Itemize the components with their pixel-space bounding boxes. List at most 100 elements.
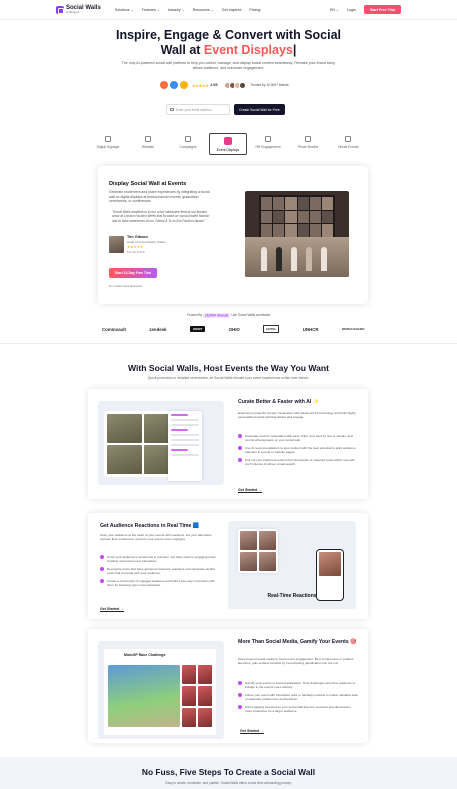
event-card-title: Display Social Wall at Events [109,181,187,187]
nav-link-features[interactable]: Features ⌄ [142,8,160,12]
features-subtitle: Quick promotion or detailed ceremonies, … [147,376,310,380]
list-item: Automate content moderation with ease. F… [238,434,358,442]
tab-website[interactable]: Website [128,133,168,155]
tab-photo-booths[interactable]: Photo Booths [288,133,328,155]
customer-avatars [223,81,246,89]
rating-stars: ★★★★★ [192,82,209,88]
use-case-tabs: Digital Signage Website Campaigns Event … [88,133,368,155]
testimonial-author: Tim Gibson Head of Social Media, Dalton … [109,235,166,254]
tab-label: Digital Signage [96,145,120,149]
check-icon [238,446,242,451]
feature-description: Experience powerful content moderation w… [238,411,356,420]
tab-digital-signage[interactable]: Digital Signage [88,133,128,155]
megaphone-icon [185,136,191,142]
event-card-description: Generate excitement and share experience… [109,190,210,204]
tab-virtual-events[interactable]: Virtual Events [328,133,368,155]
start-free-trial-button[interactable]: Start Free Trial [363,5,401,14]
brand-logos: Commvault zendesk ORBIT OHIO HOTEL UNHCR… [102,325,365,333]
g2-badge-icon [160,81,168,89]
list-item: Gamify your events to boost participatio… [238,681,358,689]
brand-logo-unhcr: UNHCR [302,326,319,332]
rating-score: 4.9/5 [210,83,218,87]
login-link[interactable]: Login [347,8,356,12]
author-details: Tim Gibson Head of Social Media, Dalton … [127,235,166,254]
bullet-text: Pull out your preferred content from tho… [245,457,355,467]
no-credit-card-note: No Credit Card Required [109,284,143,288]
check-icon [100,579,104,584]
tab-event-displays[interactable]: Event Displays [209,133,247,155]
capterra-badge-icon [170,81,178,89]
check-icon [238,681,242,686]
tab-label: HR Engagement [255,145,281,149]
nav-link-resources[interactable]: Resources ⌄ [193,8,214,12]
start-trial-button[interactable]: Start 14-Day Free Trial [109,268,157,278]
brand-logo-world-sailing: WORLD SAILING [341,326,365,331]
trusted-highlight: 10,000+ Brands [202,312,231,318]
nav-right: EN ⌄ Login Start Free Trial [330,5,401,14]
check-icon [100,567,104,572]
event-display-card: Display Social Wall at Events Generate e… [98,166,368,304]
logo-wordmark: Social Walls by Bloggers [66,5,101,14]
game-side-photos [182,665,212,727]
event-attendees [261,247,327,271]
brand-logo-hotel: HOTEL [263,325,280,333]
list-item: Use AI recommendations to spot content w… [238,446,358,454]
feature-bullets: Automate content moderation with ease. F… [238,434,358,466]
avatar [238,81,246,89]
check-icon [238,705,242,710]
brand-logo-zendesk: zendesk [149,326,167,332]
list-item: Recognize posts that have garnered maxim… [100,567,222,575]
language-select[interactable]: EN ⌄ [330,8,339,12]
hero-subtitle: The only AI-powered social wall platform… [121,61,336,70]
feature-card-reactions: Get Audience Reactions in Real Time 🟦 Ke… [88,513,368,619]
get-started-link[interactable]: Get Started → [238,488,262,492]
trusted-suffix: Use Social Walls worldwide [230,313,271,317]
nav-link-solutions[interactable]: Solutions ⌄ [115,8,134,12]
award-badge-icon [180,81,188,89]
logo-sub: by Bloggers [66,11,80,14]
nav-link-industry[interactable]: Industry ⌄ [168,8,185,12]
hero-title-prefix: Wall at [160,43,204,57]
hero-title-line2: Wall at Event Displays| [160,43,297,57]
people-icon [265,136,271,142]
author-name: Tim Gibson [127,235,148,239]
top-navigation: Social Walls by Bloggers Solutions ⌄ Fea… [0,0,457,20]
display-icon [224,137,232,145]
five-steps-title: No Fuss, Five Steps To Create a Social W… [141,767,316,777]
feature-description: Move beyond social media to boost event … [238,657,354,666]
email-field[interactable]: Enter your email address [166,104,230,115]
bullet-text: Automate content moderation with ease. F… [245,434,353,443]
author-role: Head of Social Media, Dalton [127,240,166,244]
reactions-preview: Real-Time Reactions [228,521,356,609]
reactions-label: Real-Time Reactions [267,593,317,599]
gamification-preview: MotoGP Race Challenge [98,641,224,739]
nav-link-pricing[interactable]: Pricing [249,8,260,12]
tab-label: Event Displays [216,148,240,152]
testimonial-quote: "Social Walls enabled us to run a live i… [112,210,210,223]
list-item: Pull out your preferred content from tho… [238,458,358,466]
bullet-text: Add engaging elements to your social wal… [245,704,351,714]
check-icon [238,693,242,698]
nav-link-get-inspired[interactable]: Get Inspired [222,8,242,12]
bullet-text: Infuse your event with interactive polls… [245,692,358,702]
globe-icon [345,136,351,142]
get-started-link[interactable]: Get Started → [100,607,124,611]
logo-icon [56,5,64,14]
author-rating: 5.0 out of 5.0 [127,250,145,254]
nav-links: Solutions ⌄ Features ⌄ Industry ⌄ Resour… [115,8,261,12]
trusted-by-line: Trusted By 10,000+ Brands Use Social Wal… [0,312,457,318]
mail-icon [170,108,174,111]
tab-label: Photo Booths [297,145,319,149]
tab-campaigns[interactable]: Campaigns [168,133,208,155]
author-photo [109,236,124,253]
get-started-link[interactable]: Get Started → [240,729,264,733]
signup-form: Enter your email address Create Social W… [166,104,285,115]
email-placeholder: Enter your email address [176,107,212,112]
logo[interactable]: Social Walls by Bloggers [56,5,101,14]
bullet-text: Recognize posts that have garnered maxim… [107,566,215,576]
game-card: MotoGP Race Challenge [104,649,216,735]
create-social-wall-button[interactable]: Create Social Wall for Free [234,104,285,115]
tab-label: Virtual Events [337,145,359,149]
tab-hr-engagement[interactable]: HR Engagement [248,133,288,155]
rating-strip: ★★★★★ 4.9/5 Trusted by 10,000+ brands [160,81,289,89]
